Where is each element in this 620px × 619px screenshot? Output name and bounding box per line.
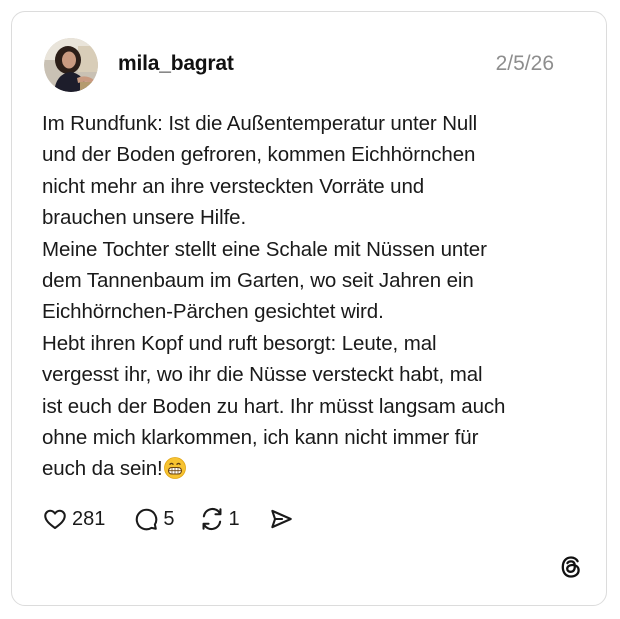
post-text-line: Im Rundfunk: Ist die Außentemperatur unt…: [42, 112, 478, 135]
grinning-face-emoji: [163, 457, 186, 488]
like-button[interactable]: 281: [42, 506, 105, 532]
post-actions: 281 5 1: [42, 506, 294, 532]
share-button[interactable]: [268, 506, 294, 532]
repost-button[interactable]: 1: [199, 506, 240, 532]
heart-icon: [42, 506, 68, 532]
post-text-line: nicht mehr an ihre versteckten Vorräte u…: [42, 174, 425, 198]
avatar[interactable]: [44, 38, 98, 92]
comment-bubble-icon: [133, 506, 159, 532]
post-text-line-last: euch da sein!: [42, 453, 582, 488]
post-text-line: Eichhörnchen-Pärchen gesichtet wird.: [42, 300, 384, 324]
post-text: Im Rundfunk: Ist die Außentemperatur unt…: [42, 108, 582, 489]
username[interactable]: mila_bagrat: [118, 52, 234, 76]
post-text-line: dem Tannenbaum im Garten, wo seit Jahren…: [42, 269, 474, 293]
reply-button[interactable]: 5: [133, 506, 175, 532]
post-text-line: und der Boden gefroren, kommen Eichhörnc…: [42, 143, 476, 167]
post-text-line: ist euch der Boden zu hart. Ihr müsst la…: [42, 394, 506, 418]
post-text-line: ohne mich klarkommen, ich kann nicht imm…: [42, 426, 479, 450]
post-timestamp[interactable]: 2/5/26: [496, 52, 554, 76]
send-icon: [268, 506, 294, 532]
repost-count: 1: [228, 507, 240, 530]
post-text-line: Meine Tochter stellt eine Schale mit Nüs…: [42, 237, 487, 261]
like-count: 281: [72, 507, 106, 530]
threads-logo-icon[interactable]: [558, 554, 584, 580]
repost-icon: [199, 506, 225, 532]
post-card: mila_bagrat 2/5/26 Im Rundfunk: Ist die …: [11, 11, 607, 606]
avatar-image: [44, 38, 98, 92]
post-text-line: brauchen unsere Hilfe.: [42, 206, 247, 230]
post-text-line: Hebt ihren Kopf und ruft besorgt: Leute,…: [42, 331, 437, 355]
post-text-line: vergesst ihr, wo ihr die Nüsse versteckt…: [42, 363, 483, 387]
reply-count: 5: [163, 507, 175, 530]
post-text-line: euch da sein!: [42, 457, 163, 481]
